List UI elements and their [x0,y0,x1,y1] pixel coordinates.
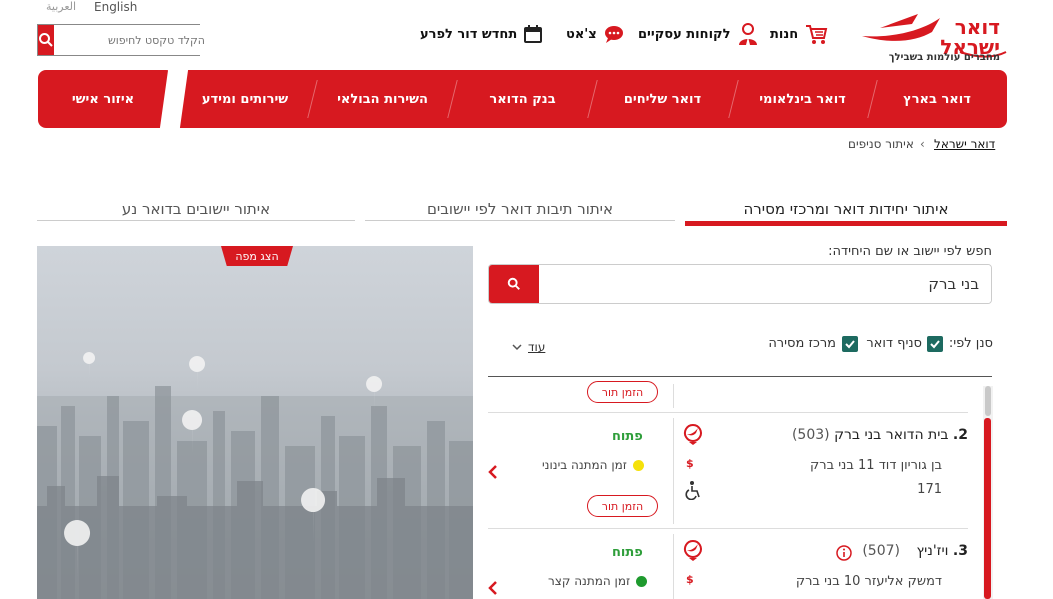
search-icon [39,33,53,47]
appointment-label: תחדש דור לפרע [420,26,518,42]
row-divider [488,528,968,529]
result-status: פתוח [612,429,643,444]
row-divider-vertical [673,384,674,408]
chevron-left-icon[interactable] [488,464,498,480]
tab-mobile-post[interactable]: איתור יישובים בדואר נע [37,193,355,225]
scrollbar-thumb[interactable] [985,386,991,416]
lang-arabic-link[interactable]: العربية [46,0,76,13]
search-label: חפש לפי יישוב או שם היחידה: [828,244,992,259]
chevron-left-icon[interactable] [488,580,498,596]
post-branch-icon [684,540,702,561]
chat-icon [604,26,623,43]
show-map-button[interactable]: הצג מפה [221,246,293,266]
cart-icon [806,25,828,44]
chat-label: צ'אט [566,26,597,42]
logo-tagline: מחברים עולמות בשבילך [888,52,1000,63]
book-appointment-button[interactable]: הזמן תור [587,381,658,403]
filter-more-label: עוד [528,340,546,354]
nav-courier-mail[interactable]: דואר שליחים [595,70,730,128]
accessibility-icon [685,481,700,500]
search-button[interactable] [38,25,54,55]
result-code: (503) [791,427,830,443]
nav-philatelic-service[interactable]: השירות הבולאי [315,70,450,128]
filter-center-label: מרכז מסירה [768,336,836,351]
chevron-down-icon [512,344,522,351]
result-wait: זמן המתנה קצר [548,574,648,588]
nav-services-info[interactable]: שירותים ומידע [180,70,310,128]
unit-search-input[interactable] [539,265,991,303]
tab-mailboxes[interactable]: איתור תיבות דואר לפי יישובים [365,193,675,225]
nav-international-mail[interactable]: דואר בינלאומי [735,70,870,128]
breadcrumb-home[interactable]: דואר ישראל [934,137,995,151]
result-number: 3. [952,543,968,559]
appointment-link[interactable]: תחדש דור לפרע [420,22,543,46]
row-divider-vertical [673,418,674,524]
site-search [37,24,211,56]
business-link[interactable]: לקוחות עסקיים [638,22,760,46]
result-number: 2. [952,427,968,443]
breadcrumb-current: איתור סניפים [848,137,914,151]
nav-domestic-mail[interactable]: דואר בארץ [872,70,1002,128]
store-label: חנות [770,26,799,42]
filter-center-checkbox[interactable] [842,336,858,352]
map-area[interactable] [37,246,473,599]
business-person-icon [739,23,758,45]
unit-search [488,264,992,304]
post-branch-icon [684,424,702,445]
info-icon[interactable] [836,545,852,561]
scrollbar-active[interactable] [984,418,991,599]
chat-link[interactable]: צ'אט [566,22,625,46]
lang-english-link[interactable]: English [94,0,137,14]
wait-indicator-icon [636,575,648,587]
row-divider [488,412,968,413]
row-divider-vertical [673,534,674,599]
nav-personal-area[interactable]: איזור אישי [38,70,168,128]
wait-label: זמן המתנה בינוני [542,458,627,472]
result-status: פתוח [612,545,643,560]
filter-branch-checkbox[interactable] [927,336,943,352]
check-icon [930,340,940,349]
site-search-input[interactable] [54,25,211,55]
result-wait: זמן המתנה בינוני [542,458,644,472]
filter-branch-label: סניף דואר [866,336,922,351]
store-link[interactable]: חנות [770,22,828,46]
result-address: דמשק אליעזר 10 בני ברק [795,574,942,589]
check-icon [845,340,855,349]
calendar-icon [524,25,543,43]
result-name: ויז'ניץ [916,543,949,559]
dollar-icon: $ [686,457,694,470]
city-skyline [37,352,473,599]
result-title[interactable]: 2. בית הדואר בני ברק (503) [776,427,968,443]
business-label: לקוחות עסקיים [638,26,731,42]
search-icon [507,277,520,290]
book-appointment-button[interactable]: הזמן תור [587,495,658,517]
filter-label: סנן לפי: [948,336,993,351]
results-divider [488,376,992,377]
dollar-icon: $ [686,573,694,586]
result-name: בית הדואר בני ברק [834,427,949,443]
tab-active-indicator [685,221,1007,226]
filter-more-toggle[interactable]: עוד [512,340,545,354]
result-address-number: 171 [917,482,942,497]
breadcrumb-separator: › [920,137,925,151]
wait-indicator-icon [632,459,644,471]
wait-label: זמן המתנה קצר [548,574,631,588]
unit-search-button[interactable] [489,265,539,303]
nav-postal-bank[interactable]: בנק הדואר [455,70,590,128]
result-address: בן גוריון דוד 11 בני ברק [810,458,942,473]
